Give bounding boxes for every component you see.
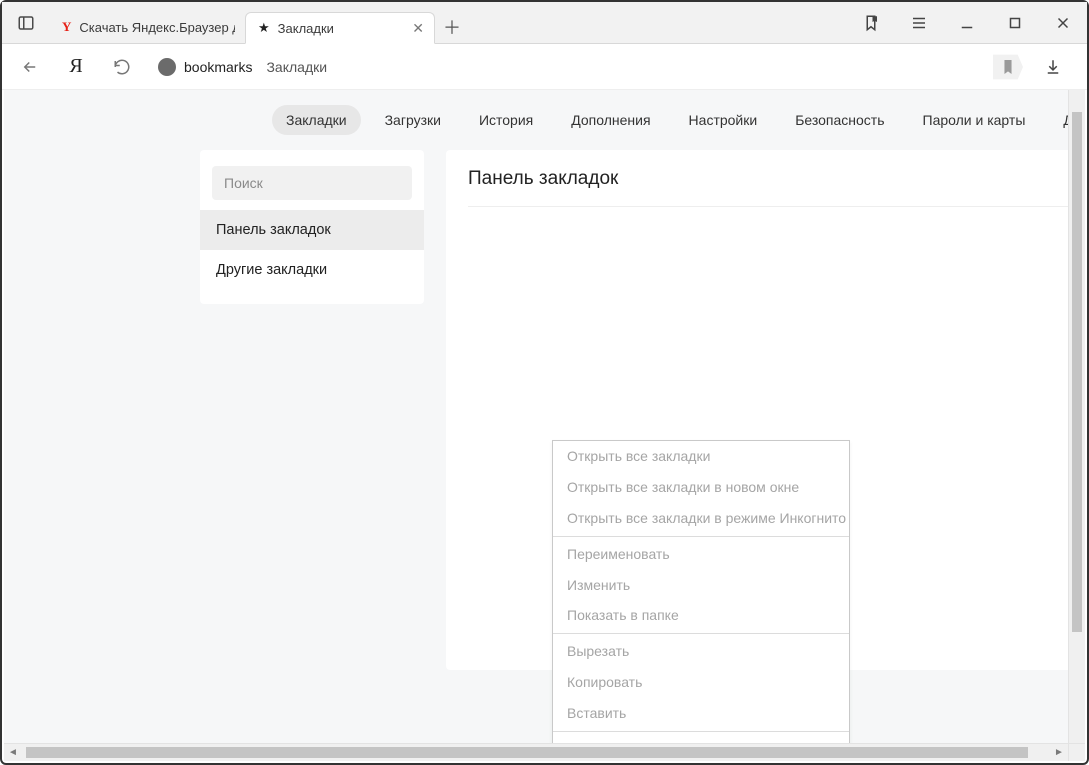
window-controls (847, 2, 1087, 43)
search-placeholder: Поиск (224, 175, 263, 191)
maximize-icon (1006, 14, 1024, 32)
nav-security[interactable]: Безопасность (781, 105, 898, 135)
close-icon (1054, 14, 1072, 32)
titlebar: Y Скачать Яндекс.Браузер д ★ Закладки ✕ … (2, 2, 1087, 44)
yandex-ya-icon: Я (69, 55, 82, 78)
vertical-scrollbar[interactable] (1068, 90, 1085, 743)
star-icon: ★ (258, 20, 270, 36)
new-tab-button[interactable]: ＋ (435, 11, 469, 43)
nav-history[interactable]: История (465, 105, 547, 135)
bookmarks-sidebar: Поиск Панель закладок Другие закладки (200, 150, 424, 304)
search-input[interactable]: Поиск (212, 166, 412, 200)
hamburger-icon (910, 14, 928, 32)
bookmark-ribbon-icon (862, 14, 880, 32)
maximize-button[interactable] (991, 2, 1039, 44)
ctx-open-all-new-window[interactable]: Открыть все закладки в новом окне (553, 472, 849, 503)
scroll-right-arrow[interactable]: ► (1050, 744, 1068, 761)
download-icon (1044, 58, 1062, 76)
tab-strip: Y Скачать Яндекс.Браузер д ★ Закладки ✕ … (50, 2, 469, 43)
tab-bookmarks[interactable]: ★ Закладки ✕ (245, 12, 435, 44)
sidebar-item-label: Другие закладки (216, 262, 327, 278)
bookmark-flag-icon (993, 53, 1023, 81)
ctx-separator (553, 633, 849, 634)
address-bar[interactable]: bookmarks Закладки (148, 50, 1027, 84)
ctx-rename[interactable]: Переименовать (553, 539, 849, 570)
nav-passwords[interactable]: Пароли и карты (909, 105, 1040, 135)
context-menu: Открыть все закладки Открыть все закладк… (552, 440, 850, 761)
ctx-paste[interactable]: Вставить (553, 698, 849, 729)
settings-nav: Закладки Загрузки История Дополнения Нас… (4, 90, 1085, 150)
horizontal-scrollbar[interactable]: ◄ ► (4, 743, 1068, 761)
ctx-edit[interactable]: Изменить (553, 570, 849, 601)
ctx-cut[interactable]: Вырезать (553, 636, 849, 667)
back-button[interactable] (10, 47, 50, 87)
address-title: Закладки (266, 59, 327, 75)
nav-addons[interactable]: Дополнения (557, 105, 664, 135)
ctx-show-in-folder[interactable]: Показать в папке (553, 600, 849, 631)
nav-bookmarks[interactable]: Закладки (272, 105, 361, 135)
arrow-left-icon (21, 58, 39, 76)
sidebar-item-other-bookmarks[interactable]: Другие закладки (200, 250, 424, 290)
downloads-button[interactable] (1033, 47, 1073, 87)
ctx-separator (553, 536, 849, 537)
sidebar-item-label: Панель закладок (216, 222, 331, 238)
address-host: bookmarks (184, 59, 252, 75)
minimize-icon (958, 14, 976, 32)
nav-settings[interactable]: Настройки (675, 105, 772, 135)
ctx-open-all[interactable]: Открыть все закладки (553, 441, 849, 472)
reload-icon (113, 58, 131, 76)
nav-downloads[interactable]: Загрузки (371, 105, 455, 135)
page-viewport: Закладки Загрузки История Дополнения Нас… (4, 90, 1085, 761)
close-window-button[interactable] (1039, 2, 1087, 44)
scroll-left-arrow[interactable]: ◄ (4, 744, 22, 761)
scroll-thumb[interactable] (1072, 112, 1082, 632)
reload-button[interactable] (102, 47, 142, 87)
minimize-button[interactable] (943, 2, 991, 44)
sidebar-item-bookmarks-bar[interactable]: Панель закладок (200, 210, 424, 250)
scroll-corner (1068, 743, 1085, 761)
toolbar: Я bookmarks Закладки (2, 44, 1087, 90)
site-identity-icon (158, 58, 176, 76)
menu-button[interactable] (895, 2, 943, 44)
yandex-y-icon: Y (62, 19, 71, 35)
tab-close-button[interactable]: ✕ (412, 20, 424, 37)
home-yandex-button[interactable]: Я (56, 47, 96, 87)
ctx-copy[interactable]: Копировать (553, 667, 849, 698)
ctx-separator (553, 731, 849, 732)
tab-yandex-download[interactable]: Y Скачать Яндекс.Браузер д (50, 11, 245, 43)
bookmark-this-button[interactable] (847, 2, 895, 44)
tab-title: Скачать Яндекс.Браузер д (79, 20, 235, 35)
panel-heading: Панель закладок (468, 168, 1085, 207)
panel-icon (17, 14, 35, 32)
tab-title: Закладки (278, 21, 405, 36)
ctx-open-all-incognito[interactable]: Открыть все закладки в режиме Инкогнито (553, 503, 849, 534)
scroll-thumb[interactable] (26, 747, 1028, 758)
panel-toggle-button[interactable] (2, 2, 50, 43)
bookmark-flag[interactable] (993, 52, 1023, 82)
page-body: Закладки Загрузки История Дополнения Нас… (4, 90, 1085, 761)
